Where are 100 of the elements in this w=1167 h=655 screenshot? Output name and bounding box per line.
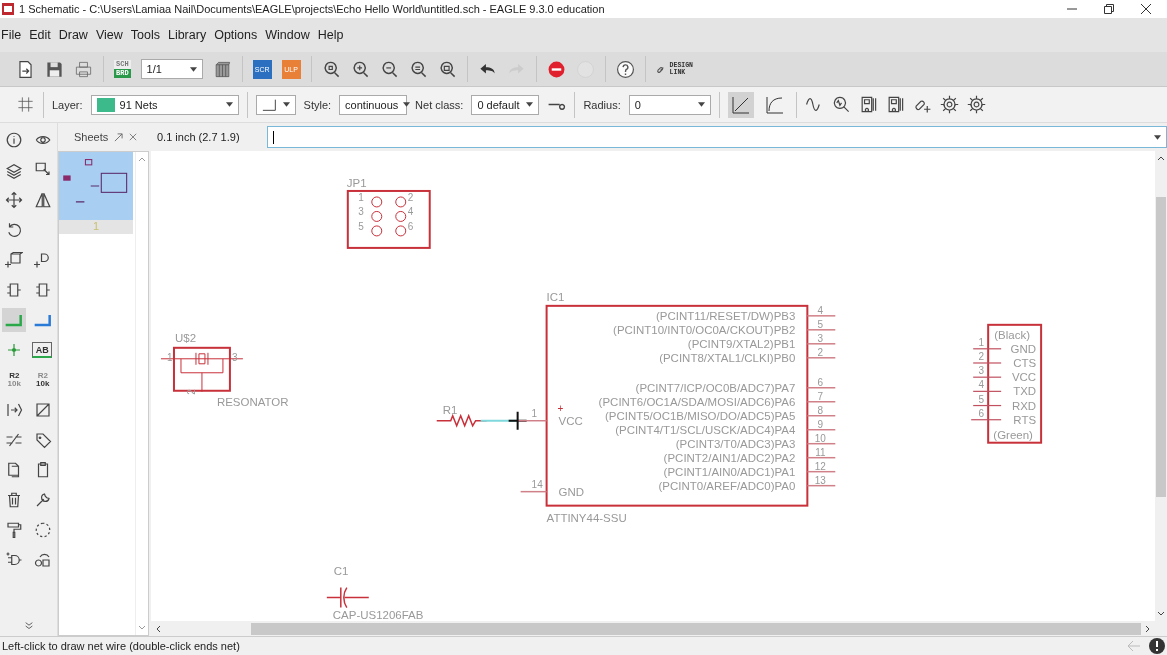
info-icon[interactable] [5,131,24,149]
pin-label: GND [1010,342,1037,355]
scroll-up-icon[interactable] [1157,155,1165,161]
zoom-select-icon[interactable] [437,59,457,79]
menu-item[interactable]: Tools [130,28,160,42]
pin-number: 7 [817,390,824,402]
pin-icon[interactable] [33,281,52,299]
window-title: 1 Schematic - C:\Users\Lamiaa Nail\Documents\EAGLE\projects\Echo Hello World\untitled.sch - EAGLE 9.3.0 education [19,3,605,15]
alert-icon[interactable] [1149,638,1165,654]
pin-icon[interactable] [114,132,124,142]
add-part-icon[interactable] [5,251,24,269]
pin-number: 5 [817,318,824,330]
part-name: U$2 [175,331,196,344]
split-icon[interactable] [5,431,24,449]
probe-icon[interactable] [831,95,851,114]
pin-line [806,357,837,359]
pin-line [806,387,837,389]
scroll-right-icon[interactable] [1145,624,1151,633]
new-file-icon[interactable] [16,59,35,79]
menu-item[interactable]: Window [265,28,310,42]
line-icon[interactable] [33,401,52,419]
gear-icon[interactable] [966,95,986,114]
restore-icon[interactable] [1104,4,1114,14]
menu-item[interactable]: Library [167,28,207,42]
status-message: Left-click to draw net wire (double-click ends net) [2,640,240,652]
zoom-in-icon[interactable] [350,59,370,79]
pin-sign: + [557,402,564,414]
corner-icon [764,94,785,115]
zoom-redraw-icon[interactable] [408,59,428,79]
value-tool-button[interactable]: R2 10k [30,368,55,392]
pin-number: 1 [531,407,538,419]
menu-item[interactable]: Edit [29,28,51,42]
net-tool-button[interactable] [2,308,27,332]
header-pin [395,196,407,208]
gear-icon[interactable] [939,95,959,114]
save-icon[interactable] [45,59,64,79]
name-tool-button[interactable]: R2 10k [2,368,27,392]
paint-roller-icon[interactable] [5,521,24,539]
pin-number: 6 [407,220,414,232]
close-icon[interactable] [1141,4,1151,14]
straight-corner-button[interactable] [727,91,754,118]
menu-item[interactable]: Draw [58,28,88,42]
port-icon[interactable] [5,401,24,419]
pin-label: RTS [1013,413,1037,426]
pin-number: 1 [978,336,985,348]
pin-label: VCC [1011,371,1037,384]
pin-number: 2 [817,346,824,358]
print-icon[interactable] [74,59,93,79]
menu-item[interactable]: Options [214,28,258,42]
move-icon[interactable] [5,191,24,209]
wire-bend-select[interactable] [255,94,296,115]
net-class-select[interactable]: 0 default [471,94,540,115]
label-tool-button[interactable]: AB [32,342,53,358]
style-select[interactable]: continuous [339,94,408,115]
pin-line [806,470,837,473]
scrollbar-thumb[interactable] [251,622,1141,635]
chevron-icon[interactable] [23,621,34,631]
scroll-down-icon[interactable] [1157,611,1165,617]
pin-label: TXD [1013,385,1037,398]
mirror-icon[interactable] [33,191,52,209]
add-symbol-icon[interactable] [33,251,52,269]
pin-number: 3 [978,365,985,377]
command-field[interactable] [267,126,1167,148]
zoom-fit-icon[interactable] [321,59,341,79]
pin-number: 3 [817,332,824,344]
rotate-icon[interactable] [5,221,24,239]
pin-line [972,362,1002,364]
menu-item[interactable]: View [95,28,123,42]
replace-icon[interactable] [33,551,52,569]
pin-label: GND [558,485,585,498]
pin-number: 3 [231,351,238,363]
scroll-left-icon[interactable] [155,624,161,633]
pin-line [517,420,548,422]
scrollbar-thumb[interactable] [1156,197,1166,497]
pin-line [806,442,837,445]
pin-number: 4 [978,379,985,391]
pin-label: (PCINT9/XTAL2)PB1 [687,337,796,350]
pin-line [806,315,837,317]
capacitor-symbol [326,586,370,609]
tag-icon[interactable] [33,431,52,449]
component-icon[interactable] [5,281,24,299]
pin-line [806,415,837,417]
stop-icon[interactable] [546,59,566,79]
caret-icon [282,102,290,107]
menu-item[interactable]: Help [317,28,344,42]
sheet-select[interactable]: 1/1 [140,59,203,79]
caret-icon [225,102,233,107]
zoom-out-icon[interactable] [379,59,399,79]
menu-item[interactable]: File [1,28,22,42]
pin-label: (PCINT1/AIN0/ADC1)PA1 [663,465,796,478]
layers-icon[interactable] [5,161,24,179]
grid-icon[interactable] [16,95,35,114]
layer-select[interactable]: 91 Nets [90,94,239,115]
pin-number: 6 [978,407,985,419]
pin-number: 4 [817,304,824,316]
pin-line [519,490,548,493]
pin-label: RXD [1011,399,1037,412]
radius-select[interactable]: 0 [628,94,711,115]
pin-number: 8 [817,404,824,416]
help-icon[interactable] [615,59,635,79]
